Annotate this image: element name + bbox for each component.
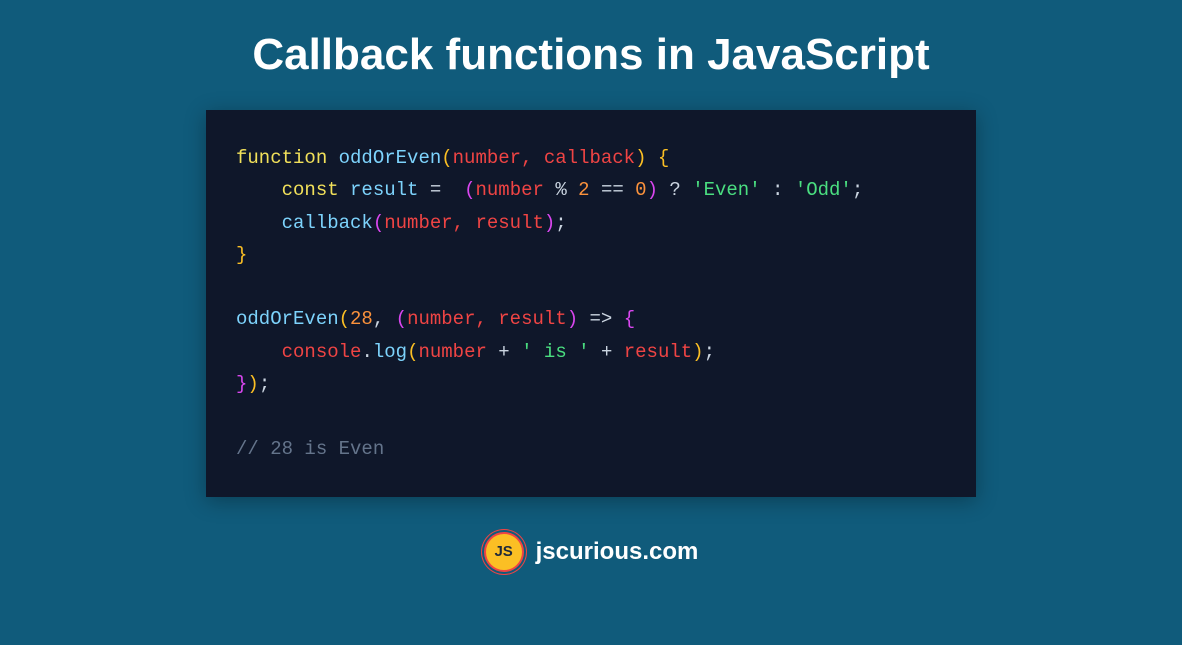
comma: , <box>373 308 396 330</box>
paren: ) <box>635 147 646 169</box>
paren: ( <box>441 147 452 169</box>
dot: . <box>361 341 372 363</box>
call: oddOrEven <box>236 308 339 330</box>
variable: result <box>350 179 418 201</box>
method: log <box>373 341 407 363</box>
function-name: oddOrEven <box>339 147 442 169</box>
keyword: const <box>282 179 339 201</box>
operator: % <box>555 179 566 201</box>
logo-text: JS <box>494 543 512 560</box>
paren: ( <box>396 308 407 330</box>
string: 'Odd' <box>795 179 852 201</box>
site-name: jscurious.com <box>536 538 699 566</box>
brace: { <box>624 308 635 330</box>
page-title: Callback functions in JavaScript <box>252 30 929 80</box>
console: console <box>282 341 362 363</box>
brace: { <box>658 147 669 169</box>
operator: ? <box>669 179 680 201</box>
operator: : <box>772 179 783 201</box>
semicolon: ; <box>852 179 863 201</box>
logo-icon: JS <box>484 532 524 572</box>
call: callback <box>282 212 373 234</box>
operator: + <box>498 341 509 363</box>
identifier: number <box>418 341 486 363</box>
operator: == <box>601 179 624 201</box>
code-block: function oddOrEven(number, callback) { c… <box>206 110 976 497</box>
paren: ( <box>373 212 384 234</box>
footer: JS jscurious.com <box>484 532 699 572</box>
paren: ) <box>647 179 658 201</box>
identifier: result <box>624 341 692 363</box>
comment: // 28 is Even <box>236 438 384 460</box>
operator: = <box>430 179 441 201</box>
paren: ) <box>544 212 555 234</box>
paren: ) <box>692 341 703 363</box>
paren: ) <box>567 308 578 330</box>
args: number, result <box>384 212 544 234</box>
number: 0 <box>635 179 646 201</box>
paren: ( <box>464 179 475 201</box>
operator: + <box>601 341 612 363</box>
semicolon: ; <box>555 212 566 234</box>
params: number, result <box>407 308 567 330</box>
semicolon: ; <box>259 373 270 395</box>
paren: ( <box>339 308 350 330</box>
string: ' is ' <box>521 341 589 363</box>
number: 28 <box>350 308 373 330</box>
semicolon: ; <box>704 341 715 363</box>
paren: ) <box>247 373 258 395</box>
arrow: => <box>590 308 613 330</box>
brace: } <box>236 373 247 395</box>
brace: } <box>236 244 247 266</box>
keyword: function <box>236 147 327 169</box>
paren: ( <box>407 341 418 363</box>
string: 'Even' <box>692 179 760 201</box>
identifier: number <box>475 179 543 201</box>
param: number, callback <box>453 147 635 169</box>
number: 2 <box>578 179 589 201</box>
